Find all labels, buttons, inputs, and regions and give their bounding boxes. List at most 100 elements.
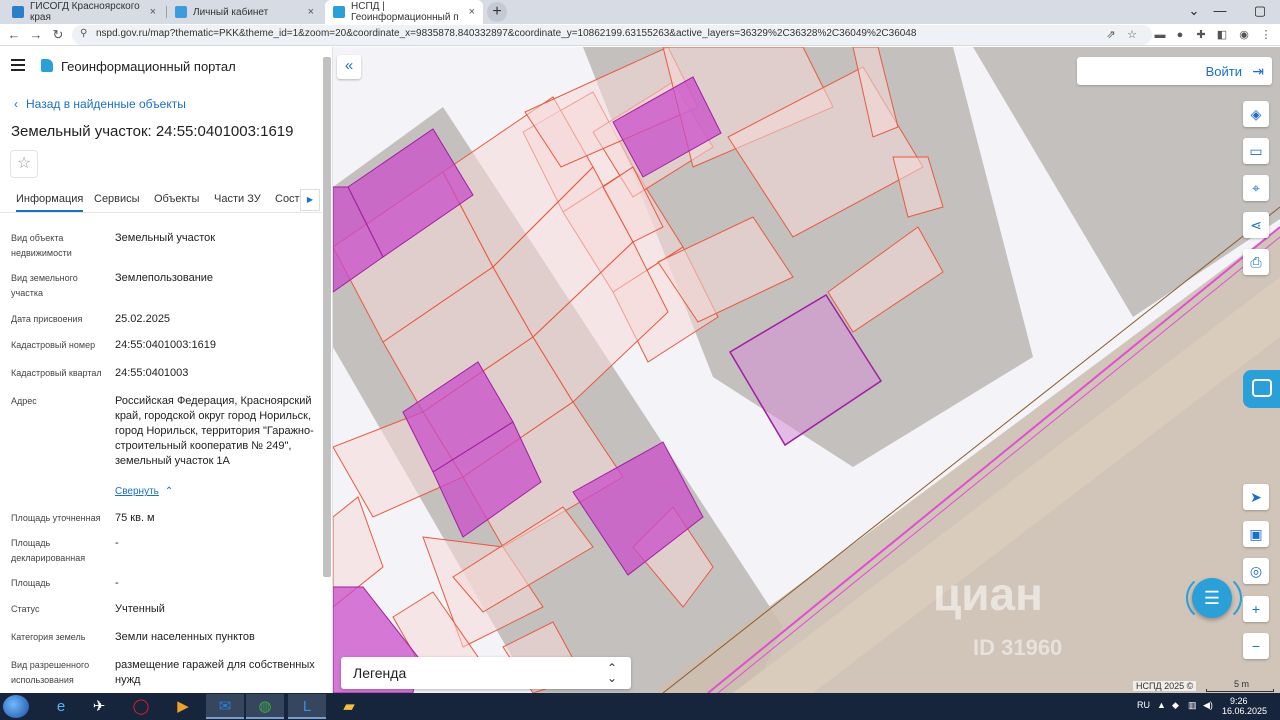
lync-icon[interactable]: L	[288, 694, 326, 719]
clock-date[interactable]: 16.06.2025	[1222, 706, 1267, 716]
prop-label: Кадастровый номер	[11, 340, 96, 350]
cadastral-map[interactable]: циан ID 31960 « Войти ⇥ ◈ ▭ ⌖ ⋖ ⎙ ➤ ▣ ◎ …	[333, 47, 1280, 693]
prop-label: Площадь уточненная	[11, 513, 101, 523]
prop-label: Вид разрешенного использования	[11, 660, 90, 685]
prop-label: Статус	[11, 604, 40, 614]
collapse-address-link[interactable]: Свернуть ⌃	[115, 486, 173, 497]
print-icon[interactable]: ⎙	[1243, 249, 1269, 275]
extension-icon[interactable]: ●	[1172, 27, 1188, 43]
browser-tab-gisogd[interactable]: ГИСОГД Красноярского края ×	[4, 0, 164, 24]
file-explorer-icon[interactable]: ▰	[330, 694, 368, 719]
prop-label: Площадь декларированная	[11, 538, 86, 563]
collapse-panel-button[interactable]: «	[337, 55, 361, 79]
prop-label: Дата присвоения	[11, 314, 83, 324]
portal-title: Геоинформационный портал	[61, 59, 236, 74]
site-info-icon[interactable]: ⚲	[80, 28, 87, 39]
chat-icon[interactable]: ☰	[1192, 578, 1232, 618]
tray-app-icon[interactable]: ◆	[1172, 700, 1179, 711]
new-tab-button[interactable]: +	[487, 2, 507, 22]
prop-label: Вид объекта недвижимости	[11, 233, 72, 258]
profile-icon[interactable]: ◉	[1236, 27, 1252, 43]
share-icon[interactable]: ⋖	[1243, 212, 1269, 238]
layers-icon[interactable]: ◈	[1243, 101, 1269, 127]
tab-title: Личный кабинет	[193, 6, 269, 18]
login-label: Войти	[1205, 64, 1242, 79]
close-tab-icon[interactable]: ×	[469, 6, 475, 18]
media-player-icon[interactable]: ▶	[164, 694, 202, 719]
minimap-icon[interactable]: ▣	[1243, 521, 1269, 547]
tray-arrow-icon[interactable]: ▲	[1157, 700, 1166, 710]
telegram-like-icon[interactable]: ✈	[80, 694, 118, 719]
tab-services[interactable]: Сервисы	[94, 193, 140, 205]
nspd-favicon-icon	[333, 6, 345, 18]
tab-information[interactable]: Информация	[16, 193, 84, 212]
prop-value: -	[115, 537, 119, 549]
tabs-scroll-right-icon[interactable]: ▶	[300, 189, 320, 211]
support-chat-tab[interactable]	[1243, 370, 1280, 408]
close-tab-icon[interactable]: ×	[150, 6, 156, 18]
chrome-icon[interactable]: ◍	[246, 694, 284, 719]
address-value: Российская Федерация, Красноярский край,…	[115, 395, 314, 467]
prop-value: Земельный участок	[115, 232, 216, 244]
clock-time[interactable]: 9:26	[1230, 696, 1248, 706]
tab-title: НСПД | Геоинформационный п	[351, 1, 459, 23]
legend-dropdown[interactable]: Легенда ⌃ ⌄	[341, 657, 631, 689]
tab-objects[interactable]: Объекты	[154, 193, 199, 205]
bookmark-star-icon[interactable]: ☆	[1124, 27, 1140, 43]
ie-icon[interactable]: e	[42, 694, 80, 719]
info-tabs: Информация Сервисы Объекты Части ЗУ Сост…	[0, 187, 322, 213]
map-canvas[interactable]	[333, 47, 1280, 693]
browser-menu-icon[interactable]: ⋮	[1258, 27, 1274, 43]
extension-icon[interactable]: ▬	[1152, 27, 1168, 43]
tab-parts[interactable]: Части ЗУ	[214, 193, 261, 205]
gisogd-favicon-icon	[12, 6, 24, 18]
favorite-star-icon[interactable]: ☆	[10, 150, 38, 178]
chat-bubble-icon	[1252, 379, 1272, 397]
prop-label: Кадастровый квартал	[11, 368, 102, 378]
share-page-icon[interactable]: ⇗	[1103, 27, 1119, 43]
ruler-icon[interactable]: ▭	[1243, 138, 1269, 164]
windows-taskbar: e ✈ ◯ ▶ ✉ ◍ L ▰ RU ▲ ◆ ▥ ◀) 9:26 16.06.2…	[0, 693, 1280, 720]
zoom-in-icon[interactable]: +	[1243, 596, 1269, 622]
back-arrow-icon[interactable]: ←	[4, 25, 24, 45]
url-text[interactable]: nspd.gov.ru/map?thematic=PKK&theme_id=1&…	[96, 28, 916, 39]
menu-hamburger-icon[interactable]	[11, 59, 25, 71]
location-pin-icon[interactable]: ◎	[1243, 558, 1269, 584]
scale-label: 5 m	[1234, 679, 1250, 689]
prop-value: размещение гаражей для собственных нужд	[115, 659, 315, 686]
opera-icon[interactable]: ◯	[122, 694, 160, 719]
map-scale: 5 m	[1206, 679, 1274, 692]
portal-logo-icon	[41, 59, 53, 72]
minimize-icon[interactable]: —	[1200, 0, 1240, 24]
start-button-icon[interactable]	[3, 695, 29, 718]
language-indicator[interactable]: RU	[1137, 700, 1150, 710]
close-tab-icon[interactable]: ×	[308, 6, 314, 18]
watermark-logo: циан	[933, 568, 1043, 620]
browser-tab-bar: ГИСОГД Красноярского края × Личный кабин…	[0, 0, 1280, 24]
login-button[interactable]: Войти ⇥	[1077, 57, 1272, 85]
extensions-puzzle-icon[interactable]: ✚	[1193, 27, 1209, 43]
prop-value: 24:55:0401003	[115, 367, 189, 379]
back-to-results-link[interactable]: ‹ Назад в найденные объекты	[14, 97, 186, 111]
browser-tab-cabinet[interactable]: Личный кабинет ×	[167, 0, 322, 24]
network-icon[interactable]: ▥	[1188, 700, 1197, 711]
outlook-icon[interactable]: ✉	[206, 694, 244, 719]
area-select-icon[interactable]: ⌖	[1243, 175, 1269, 201]
prop-label: Площадь	[11, 578, 51, 588]
prop-value: 25.02.2025	[115, 313, 171, 325]
panel-scrollbar[interactable]	[323, 57, 331, 577]
back-link-label: Назад в найденные объекты	[26, 97, 186, 111]
address-bar[interactable]: ⚲ nspd.gov.ru/map?thematic=PKK&theme_id=…	[72, 25, 1152, 45]
prop-label: Адрес	[11, 396, 37, 406]
sidebar-toggle-icon[interactable]: ◧	[1214, 27, 1230, 43]
chevron-left-icon: ‹	[14, 97, 18, 111]
geolocate-icon[interactable]: ➤	[1243, 484, 1269, 510]
forward-arrow-icon[interactable]: →	[26, 25, 46, 45]
browser-tab-nspd[interactable]: НСПД | Геоинформационный п ×	[325, 0, 483, 24]
zoom-out-icon[interactable]: −	[1243, 633, 1269, 659]
chevron-up-icon: ⌃	[164, 486, 174, 497]
volume-icon[interactable]: ◀)	[1203, 700, 1213, 711]
watermark-id: ID 31960	[973, 635, 1063, 660]
reload-icon[interactable]: ↻	[48, 25, 68, 45]
window-control-icon[interactable]: ▢	[1240, 0, 1280, 24]
